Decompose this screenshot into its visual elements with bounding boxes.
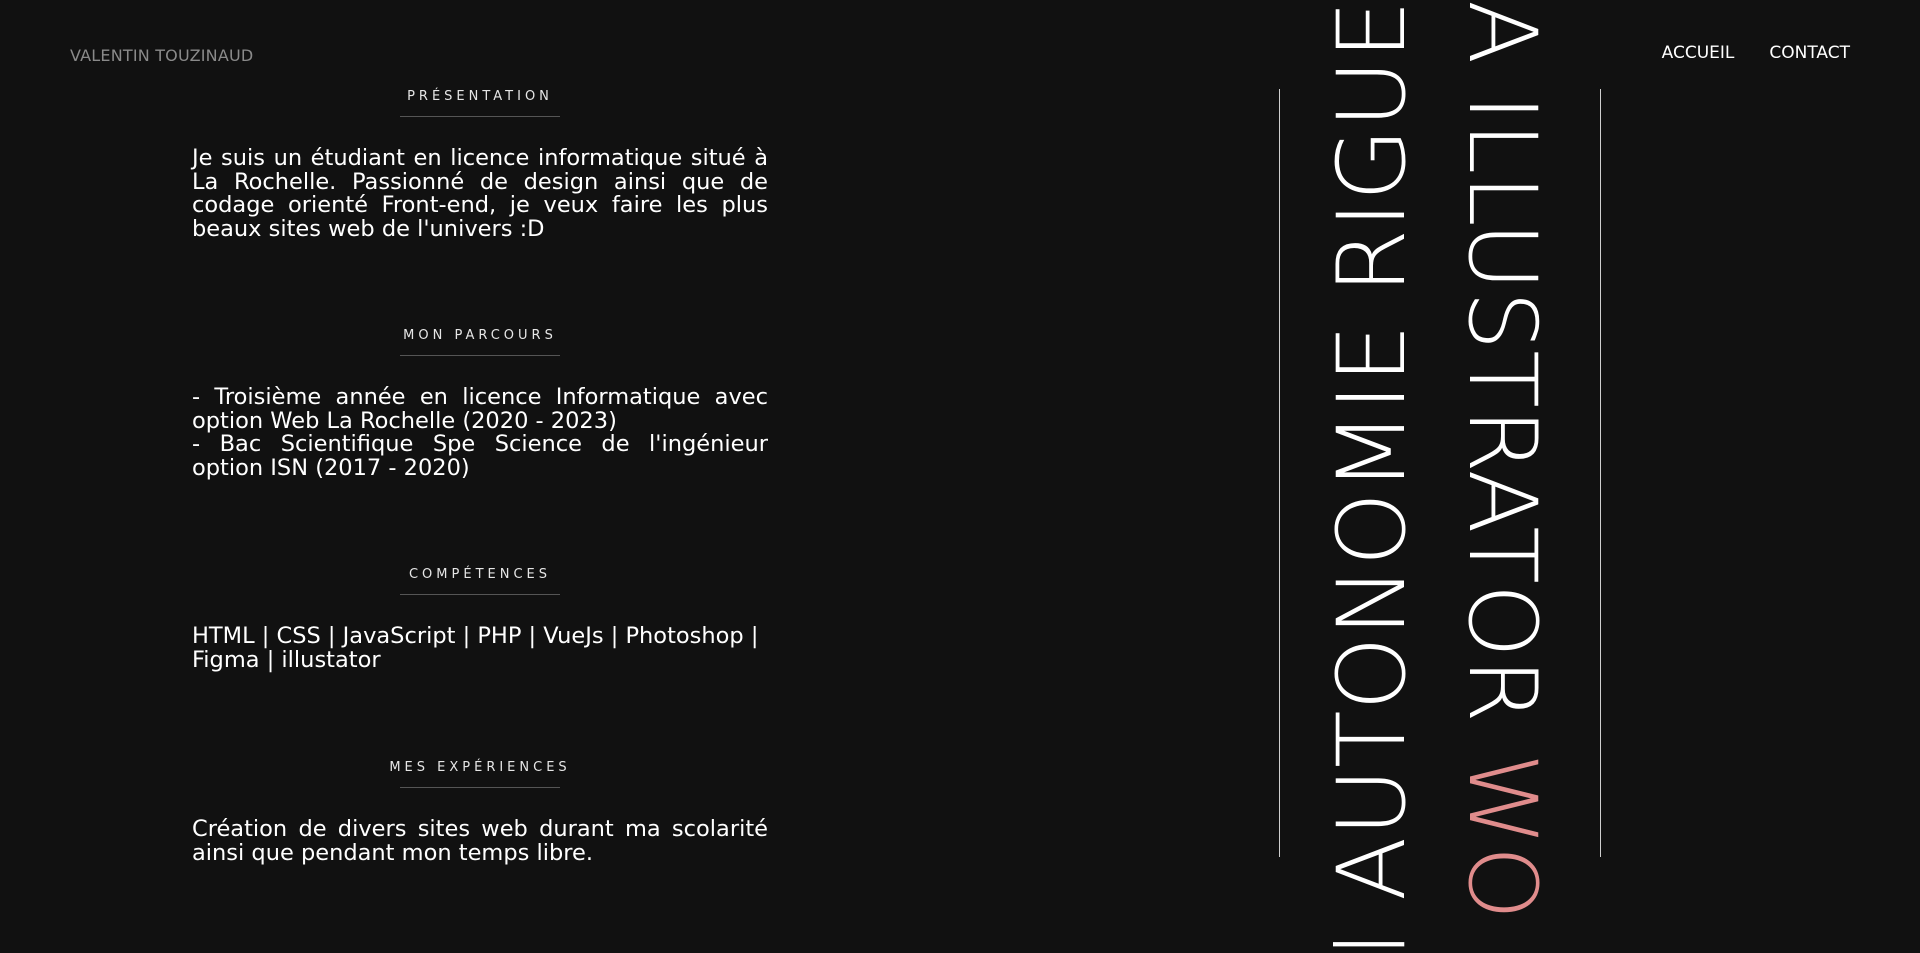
marquee-text-right: A ILLUSTRATOR WO: [1447, 0, 1556, 920]
section-title: COMPÉTENCES: [192, 567, 768, 607]
section-title-text: PRÉSENTATION: [407, 89, 553, 104]
marquee-right-accent: WO: [1447, 723, 1556, 920]
section-body: HTML | CSS | JavaScript | PHP | VueJs | …: [192, 623, 768, 673]
section-parcours: MON PARCOURS - Troisième année en licenc…: [192, 328, 768, 480]
divider-line-left: [1279, 89, 1280, 857]
section-presentation: PRÉSENTATION Je suis un étudiant en lice…: [192, 89, 768, 241]
section-body: - Troisième année en licence Informatiqu…: [192, 384, 768, 481]
page: VALENTIN TOUZINAUD ACCUEIL CONTACT PRÉSE…: [0, 0, 1920, 953]
section-experiences: MES EXPÉRIENCES Création de divers sites…: [192, 760, 768, 865]
marquee-text-left: l AUTONOMIE RIGUE: [1318, 0, 1427, 953]
section-body: Je suis un étudiant en licence informati…: [192, 145, 768, 242]
section-title: PRÉSENTATION: [192, 89, 768, 129]
marquee-right-text: A ILLUSTRATOR: [1447, 0, 1556, 724]
title-underline: [400, 787, 560, 788]
title-underline: [400, 355, 560, 356]
section-title-text: MON PARCOURS: [403, 328, 557, 343]
nav-link-accueil[interactable]: ACCUEIL: [1662, 43, 1735, 63]
brand-logo[interactable]: VALENTIN TOUZINAUD: [70, 46, 253, 65]
section-title: MON PARCOURS: [192, 328, 768, 368]
body-text: - Bac Scientifique Spe Science de l'ingé…: [192, 431, 768, 481]
section-body: Création de divers sites web durant ma s…: [192, 816, 768, 866]
section-title: MES EXPÉRIENCES: [192, 760, 768, 800]
title-underline: [400, 594, 560, 595]
title-underline: [400, 116, 560, 117]
section-title-text: COMPÉTENCES: [408, 567, 551, 582]
divider-line-right: [1600, 89, 1601, 857]
marquee-left-text: l AUTONOMIE RIGUE: [1318, 0, 1427, 953]
main-nav: ACCUEIL CONTACT: [1662, 43, 1850, 63]
body-text: - Troisième année en licence Informatiqu…: [192, 384, 768, 434]
section-competences: COMPÉTENCES HTML | CSS | JavaScript | PH…: [192, 567, 768, 672]
nav-link-contact[interactable]: CONTACT: [1769, 43, 1850, 63]
section-title-text: MES EXPÉRIENCES: [389, 760, 571, 775]
body-text: Création de divers sites web durant ma s…: [192, 816, 768, 866]
body-text: Je suis un étudiant en licence informati…: [192, 145, 768, 242]
skills-list: HTML | CSS | JavaScript | PHP | VueJs | …: [192, 623, 759, 673]
